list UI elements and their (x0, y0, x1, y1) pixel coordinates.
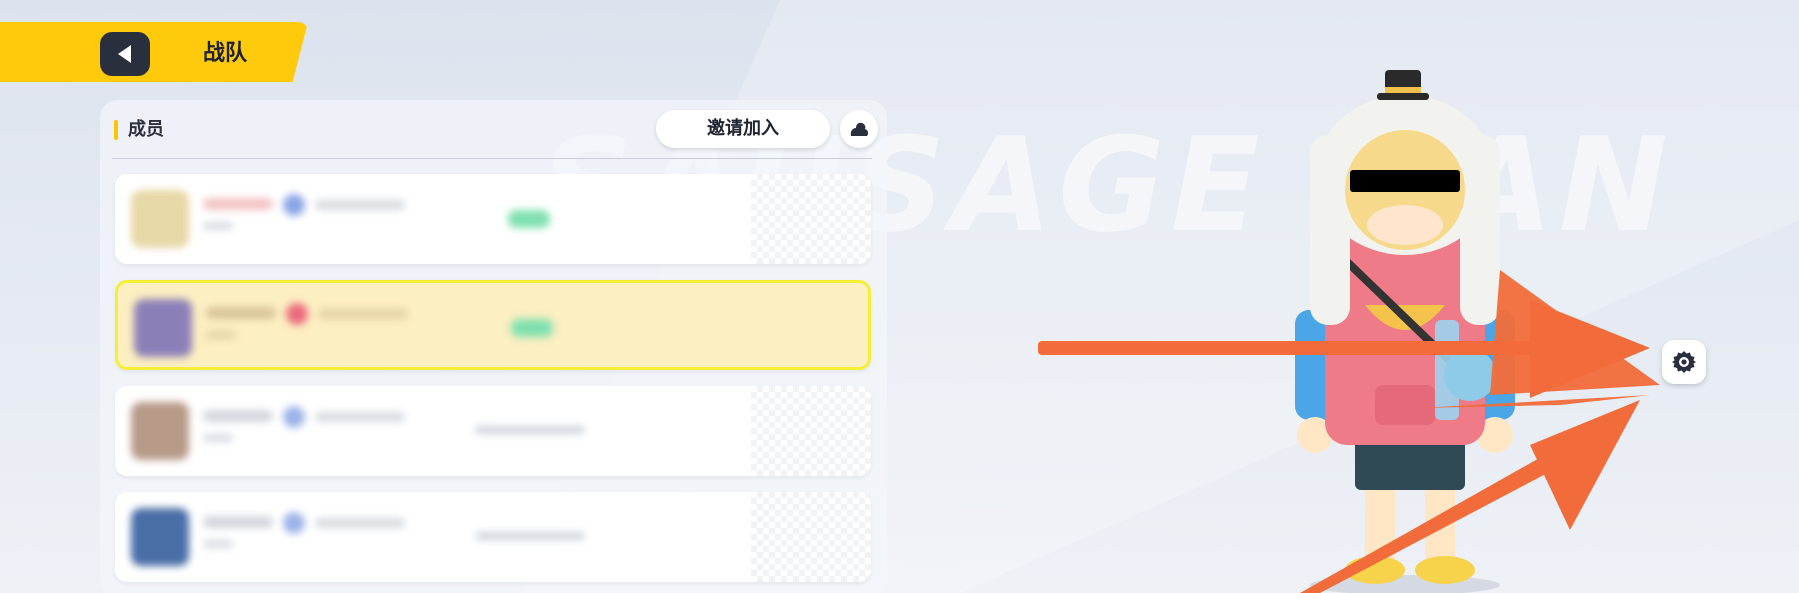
member-name-blurred (203, 516, 273, 528)
member-level-blurred (203, 540, 233, 548)
rank-badge (283, 512, 305, 534)
back-arrow-icon (118, 45, 131, 63)
member-row[interactable] (115, 492, 871, 582)
member-level-blurred (203, 222, 233, 230)
member-name-blurred (203, 410, 273, 422)
rank-badge (286, 303, 308, 325)
member-level-blurred (206, 331, 236, 339)
back-button[interactable] (100, 32, 150, 76)
member-info-blurred (315, 412, 405, 422)
invite-button[interactable]: 邀请加入 (656, 110, 830, 148)
section-title-members: 成员 (114, 116, 164, 144)
row-pattern (751, 492, 871, 582)
header-bar (0, 22, 308, 82)
member-info-blurred (318, 309, 408, 319)
row-pattern (751, 386, 871, 476)
avatar (131, 402, 189, 460)
member-level-blurred (203, 434, 233, 442)
member-info-blurred (315, 518, 405, 528)
rank-badge (283, 406, 305, 428)
settings-button[interactable] (1662, 340, 1706, 384)
status-text-blurred (475, 426, 585, 434)
rank-badge (283, 194, 305, 216)
avatar (131, 508, 189, 566)
avatar (131, 190, 189, 248)
character-model[interactable] (1255, 55, 1555, 593)
status-text-blurred (475, 532, 585, 540)
member-name-blurred (203, 198, 273, 210)
status-badge (511, 319, 553, 337)
page-title: 战队 (203, 41, 248, 66)
member-row-self[interactable] (115, 280, 871, 370)
avatar (134, 299, 192, 357)
divider (112, 158, 872, 159)
member-row[interactable] (115, 174, 871, 264)
status-badge (508, 210, 550, 228)
member-info-blurred (315, 200, 405, 210)
team-icon-button[interactable] (840, 110, 878, 148)
member-name-blurred (206, 307, 276, 319)
team-icon (850, 122, 869, 136)
member-row[interactable] (115, 386, 871, 476)
gear-icon (1672, 351, 1696, 373)
row-pattern (751, 174, 871, 264)
